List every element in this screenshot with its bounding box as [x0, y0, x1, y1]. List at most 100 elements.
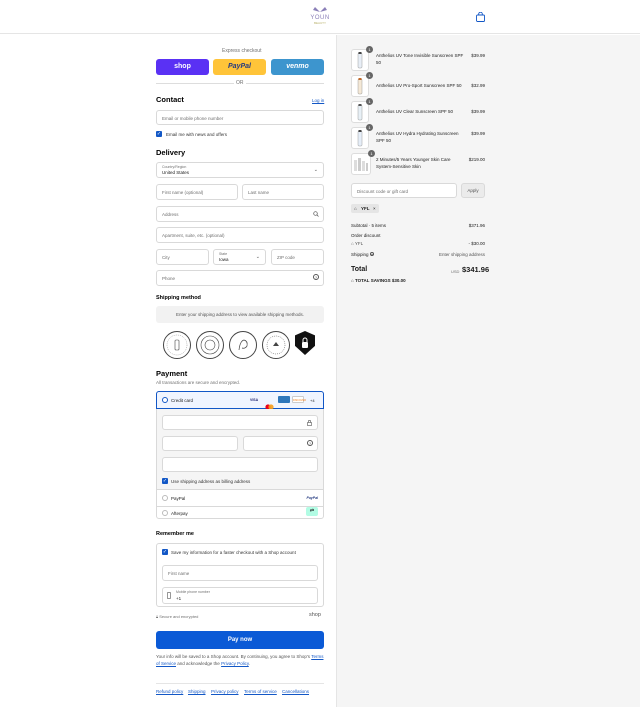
more-cards-label: +4 [310, 398, 315, 403]
country-select[interactable]: Country/Region United States ⌄ [156, 162, 324, 178]
store-logo[interactable]: YOUN BEAUTY [306, 6, 334, 28]
security-code-field[interactable]: ? [243, 436, 318, 451]
discount-value: - $30.00 [468, 241, 485, 246]
card-number-field[interactable] [162, 415, 318, 430]
news-checkbox[interactable]: ✓ [156, 131, 162, 137]
login-link[interactable]: Log in [312, 98, 324, 103]
quantity-badge: 1 [366, 124, 373, 131]
divider [246, 83, 324, 84]
privacy-policy-link[interactable]: Privacy Policy [221, 661, 249, 666]
or-divider-label: OR [236, 80, 244, 86]
first-name-placeholder: First name (optional) [162, 190, 204, 195]
last-name-placeholder: Last name [248, 190, 270, 195]
discount-code: YFL [354, 241, 364, 246]
terms-line: Your info will be saved to a Shop accoun… [156, 654, 311, 659]
total-value: $341.96 [462, 265, 490, 274]
terms-end: . [248, 660, 251, 666]
credit-card-option[interactable]: Credit card VISA DISCOVER +4 [156, 391, 324, 410]
city-placeholder: City [162, 255, 170, 260]
address-placeholder: Address [162, 212, 179, 217]
product-price: $39.99 [471, 131, 485, 136]
payment-title: Payment [156, 369, 188, 378]
terms-text: Your info will be saved to a Shop accoun… [156, 654, 324, 667]
bag-icon[interactable] [476, 12, 485, 22]
apply-button[interactable]: Apply [461, 183, 485, 198]
footer-link-privacy[interactable]: Privacy policy [211, 689, 239, 694]
phone-field[interactable]: Phone ? [156, 270, 324, 286]
afterpay-logo-icon: ⇄ [306, 507, 318, 516]
city-field[interactable]: City [156, 249, 209, 265]
discount-code-field[interactable]: Discount code or gift card [351, 183, 457, 198]
venmo-button[interactable]: venmo [271, 59, 324, 75]
pay-now-button[interactable]: Pay now [156, 631, 324, 649]
help-icon[interactable]: ? [307, 440, 313, 446]
visa-icon: VISA [250, 398, 259, 402]
paypal-radio[interactable] [162, 495, 168, 501]
billing-checkbox[interactable]: ✓ [162, 478, 168, 484]
email-field[interactable]: Email or mobile phone number [156, 110, 324, 125]
phone-icon [167, 592, 171, 599]
footer-link-shipping[interactable]: Shipping [188, 689, 206, 694]
mobile-phone-field[interactable]: Mobile phone number +1 [162, 587, 318, 604]
remember-me-box: ✓ Save my information for a faster check… [156, 543, 324, 607]
total-label: Total [351, 266, 368, 273]
logo-subtext: BEAUTY [313, 21, 326, 25]
quality-seal-icon [262, 331, 290, 359]
order-discount-label: Order discount [351, 233, 381, 238]
afterpay-option[interactable]: Afterpay ⇄ [157, 507, 323, 518]
secure-shield-icon [295, 331, 315, 355]
name-on-card-field[interactable] [162, 457, 318, 472]
quantity-badge: 1 [368, 150, 375, 157]
quantity-badge: 1 [366, 72, 373, 79]
shipping-value: Enter shipping address [438, 252, 485, 257]
shop-pay-button[interactable]: shop [156, 59, 209, 75]
address-field[interactable]: Address [156, 206, 324, 222]
product-image [351, 101, 369, 123]
product-price: $219.00 [468, 157, 485, 162]
shop-logo: shop [309, 612, 321, 618]
butterfly-icon [313, 7, 327, 12]
paypal-button[interactable]: PayPal [213, 59, 266, 75]
discount-placeholder: Discount code or gift card [357, 189, 409, 194]
remember-first-name-field[interactable]: First name [162, 565, 318, 581]
discover-icon: DISCOVER [292, 396, 306, 403]
product-price: $39.99 [471, 109, 485, 114]
credit-card-label: Credit card [171, 398, 194, 403]
zip-field[interactable]: ZIP code [271, 249, 324, 265]
certification-badge-icon [163, 331, 191, 359]
last-name-field[interactable]: Last name [242, 184, 324, 200]
shipping-message: Enter your shipping address to view avai… [175, 312, 305, 317]
apartment-field[interactable]: Apartment, suite, etc. (optional) [156, 227, 324, 243]
savings-label: TOTAL SAVINGS [354, 278, 391, 283]
zip-placeholder: ZIP code [277, 255, 295, 260]
first-name-field[interactable]: First name (optional) [156, 184, 238, 200]
credit-card-radio[interactable] [162, 397, 168, 403]
discount-code-row: ⌂ YFL [351, 241, 363, 246]
expiration-field[interactable] [162, 436, 238, 451]
remove-discount-icon[interactable]: × [373, 204, 376, 213]
footer-link-refund[interactable]: Refund policy [156, 689, 183, 694]
paypal-logo-icon: PayPal [306, 496, 318, 500]
cruelty-free-icon [229, 331, 257, 359]
product-price: $32.99 [471, 83, 485, 88]
save-info-checkbox[interactable]: ✓ [162, 549, 168, 555]
billing-label: Use shipping address as billing address [171, 479, 251, 484]
state-select[interactable]: State Iowa ⌄ [213, 249, 266, 265]
phone-placeholder: Phone [162, 276, 176, 281]
help-icon[interactable]: ? [369, 252, 374, 257]
afterpay-radio[interactable] [162, 510, 168, 516]
footer-link-terms[interactable]: Terms of service [244, 689, 277, 694]
shipping-info-box: Enter your shipping address to view avai… [156, 306, 324, 323]
email-placeholder: Email or mobile phone number [162, 116, 224, 121]
product-image [351, 153, 371, 175]
mastercard-icon [265, 397, 274, 410]
discount-tag-code: YFL [361, 206, 370, 211]
paypal-option[interactable]: PayPal PayPal [157, 490, 323, 507]
footer-link-cancellations[interactable]: Cancellations [282, 689, 309, 694]
shipping-label-text: Shipping [351, 252, 369, 257]
checkout-form: Express checkout shop PayPal venmo OR Co… [0, 35, 336, 707]
savings-value: $30.00 [391, 278, 406, 283]
help-icon[interactable]: ? [313, 274, 319, 280]
search-icon [313, 211, 319, 217]
contact-title: Contact [156, 95, 184, 104]
